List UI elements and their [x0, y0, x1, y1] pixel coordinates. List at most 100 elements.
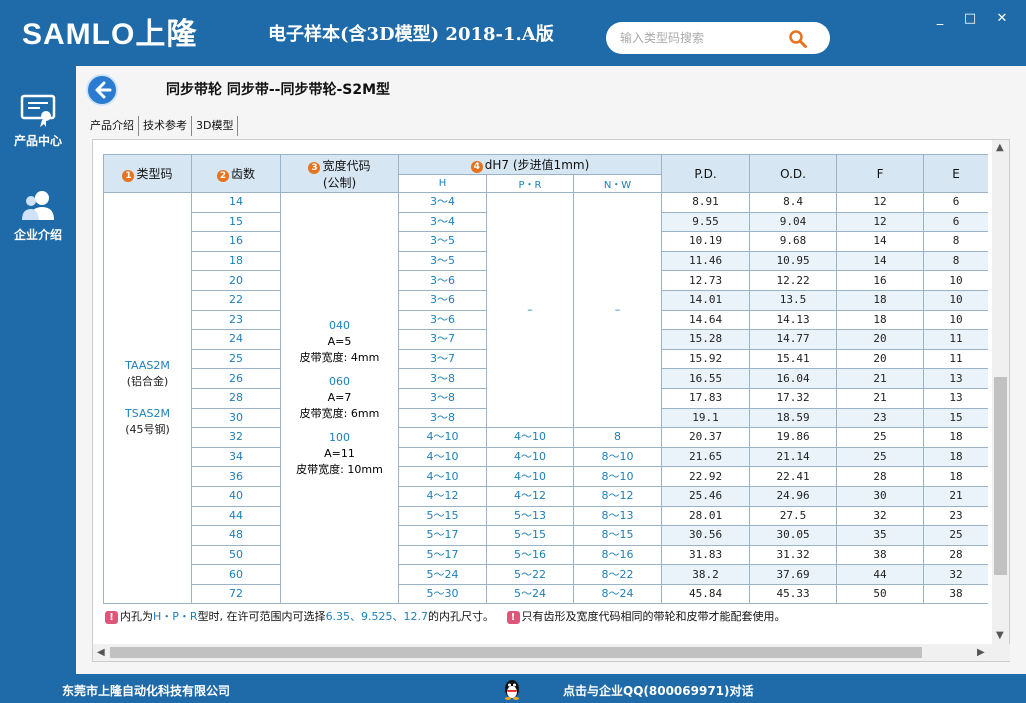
- e-cell: 13: [923, 387, 988, 409]
- header-width-code: 3 宽度代码 (公制): [280, 154, 399, 193]
- teeth-cell: 24: [191, 329, 281, 350]
- spec-table-body: TAAS2M (铝合金) TSAS2M (45号钢) 14 040 A=5 皮带宽度: 4mm…: [103, 191, 988, 605]
- search-input[interactable]: [620, 28, 790, 48]
- od-cell: 22.41: [749, 466, 838, 487]
- e-cell: 8: [923, 250, 988, 272]
- catalog-page: 1 类型码 2 齿数 3 宽度代码 (公制) 4 dH7 (步进值1mm) P.D. O.…: [103, 154, 988, 644]
- qq-penguin-icon[interactable]: [502, 678, 522, 700]
- pd-cell: 14.64: [661, 309, 751, 331]
- pr-cell: 5～13: [486, 505, 574, 527]
- h-cell: 3～8: [398, 407, 487, 429]
- maximize-button[interactable]: □: [958, 10, 982, 28]
- note-text: 的内孔尺寸。: [428, 610, 495, 624]
- scrollbar-thumb[interactable]: [110, 647, 922, 658]
- e-cell: 18: [923, 466, 988, 487]
- e-cell: 11: [923, 329, 988, 350]
- od-cell: 10.95: [749, 250, 838, 272]
- table-row: 50 5～17 5～16 8～16 31.83 31.32 38 28: [104, 544, 988, 566]
- e-cell: 21: [923, 485, 988, 507]
- od-cell: 37.69: [749, 564, 838, 585]
- teeth-cell: 34: [191, 446, 281, 468]
- pd-cell: 16.55: [661, 368, 751, 389]
- page-title: 同步带轮 同步带--同步带轮-S2M型: [166, 82, 391, 98]
- scroll-down-icon[interactable]: ▼: [996, 630, 1004, 642]
- pr-cell: 4～10: [486, 427, 574, 448]
- od-cell: 17.32: [749, 387, 838, 409]
- nw-cell: 8～16: [572, 544, 663, 566]
- header-pd: P.D.: [661, 154, 751, 193]
- f-cell: 14: [836, 250, 925, 272]
- footer: 东莞市上隆自动化科技有限公司 点击与企业QQ(800069971)对话: [0, 674, 1026, 703]
- sidebar: 产品中心 企业介绍: [0, 66, 76, 674]
- header-nw: N・W: [572, 174, 663, 193]
- od-cell: 15.41: [749, 348, 838, 370]
- sidebar-item-products[interactable]: 产品中心: [0, 94, 76, 174]
- horizontal-scrollbar[interactable]: ◀ ▶: [93, 644, 1010, 661]
- teeth-cell: 50: [191, 544, 281, 566]
- h-cell: 5～17: [398, 525, 487, 546]
- f-cell: 25: [836, 427, 925, 448]
- teeth-cell: 48: [191, 525, 281, 546]
- table-row: 44 5～15 5～13 8～13 28.01 27.5 32 23: [104, 505, 988, 527]
- title-bar: SAMLO上隆 电子样本(含3D模型) 2018-1.A版 _ □ ✕: [0, 0, 1026, 66]
- sidebar-item-company[interactable]: 企业介绍: [0, 188, 76, 268]
- spec-table: 1 类型码 2 齿数 3 宽度代码 (公制) 4 dH7 (步进值1mm) P.D. O.…: [103, 154, 988, 605]
- teeth-cell: 44: [191, 505, 281, 527]
- tab-product-intro[interactable]: 产品介绍: [86, 116, 139, 136]
- f-cell: 21: [836, 387, 925, 409]
- e-cell: 6: [923, 211, 988, 233]
- h-cell: 3～6: [398, 309, 487, 331]
- search-icon[interactable]: [788, 29, 808, 49]
- nw-cell: 8～10: [572, 466, 663, 487]
- teeth-cell: 32: [191, 427, 281, 448]
- h-cell: 3～7: [398, 348, 487, 370]
- pr-cell: 4～12: [486, 485, 574, 507]
- tab-bar: 产品介绍 技术参考 3D模型: [86, 116, 239, 136]
- qq-chat-link[interactable]: 点击与企业QQ(800069971)对话: [563, 682, 754, 699]
- pd-cell: 10.19: [661, 231, 751, 252]
- note-text: 内孔为: [120, 610, 153, 624]
- nw-cell: –: [572, 191, 663, 429]
- pr-cell: 5～22: [486, 564, 574, 585]
- f-cell: 28: [836, 466, 925, 487]
- h-cell: 5～30: [398, 583, 487, 605]
- pd-cell: 20.37: [661, 427, 751, 448]
- h-cell: 3～7: [398, 329, 487, 350]
- od-cell: 8.4: [749, 192, 838, 213]
- sidebar-label: 产品中心: [13, 134, 62, 148]
- h-cell: 3～5: [398, 231, 487, 252]
- company-name: 东莞市上隆自动化科技有限公司: [62, 684, 231, 698]
- pd-cell: 30.56: [661, 525, 751, 546]
- h-cell: 4～10: [398, 446, 487, 468]
- scroll-up-icon[interactable]: ▲: [996, 142, 1004, 154]
- pd-cell: 21.65: [661, 446, 751, 468]
- scroll-left-icon[interactable]: ◀: [97, 647, 105, 659]
- nw-cell: 8～22: [572, 564, 663, 585]
- e-cell: 18: [923, 446, 988, 468]
- document-frame: 1 类型码 2 齿数 3 宽度代码 (公制) 4 dH7 (步进值1mm) P.D. O.…: [92, 139, 1010, 662]
- minimize-button[interactable]: _: [928, 10, 952, 28]
- pr-cell: 5～16: [486, 544, 574, 566]
- close-button[interactable]: ✕: [990, 10, 1014, 28]
- f-cell: 18: [836, 309, 925, 331]
- od-cell: 19.86: [749, 427, 838, 448]
- scroll-right-icon[interactable]: ▶: [977, 647, 985, 659]
- tab-tech-reference[interactable]: 技术参考: [139, 116, 192, 136]
- note-text: 6.35、9.525、12.7: [325, 610, 429, 624]
- back-arrow-icon[interactable]: [86, 74, 118, 106]
- table-row: 72 5～30 5～24 8～24 45.84 45.33 50 38: [104, 583, 988, 605]
- header-teeth: 2 齿数: [191, 154, 281, 193]
- table-row: 60 5～24 5～22 8～22 38.2 37.69 44 32: [104, 564, 988, 585]
- e-cell: 11: [923, 348, 988, 370]
- vertical-scrollbar[interactable]: ▲ ▼: [992, 140, 1009, 645]
- teeth-cell: 72: [191, 583, 281, 605]
- teeth-cell: 23: [191, 309, 281, 331]
- od-cell: 18.59: [749, 407, 838, 429]
- f-cell: 32: [836, 505, 925, 527]
- tab-3d-model[interactable]: 3D模型: [192, 116, 239, 136]
- h-cell: 5～17: [398, 544, 487, 566]
- od-cell: 14.13: [749, 309, 838, 331]
- scrollbar-thumb[interactable]: [994, 377, 1007, 575]
- nw-cell: 8: [572, 427, 663, 448]
- certificate-icon: [20, 94, 56, 127]
